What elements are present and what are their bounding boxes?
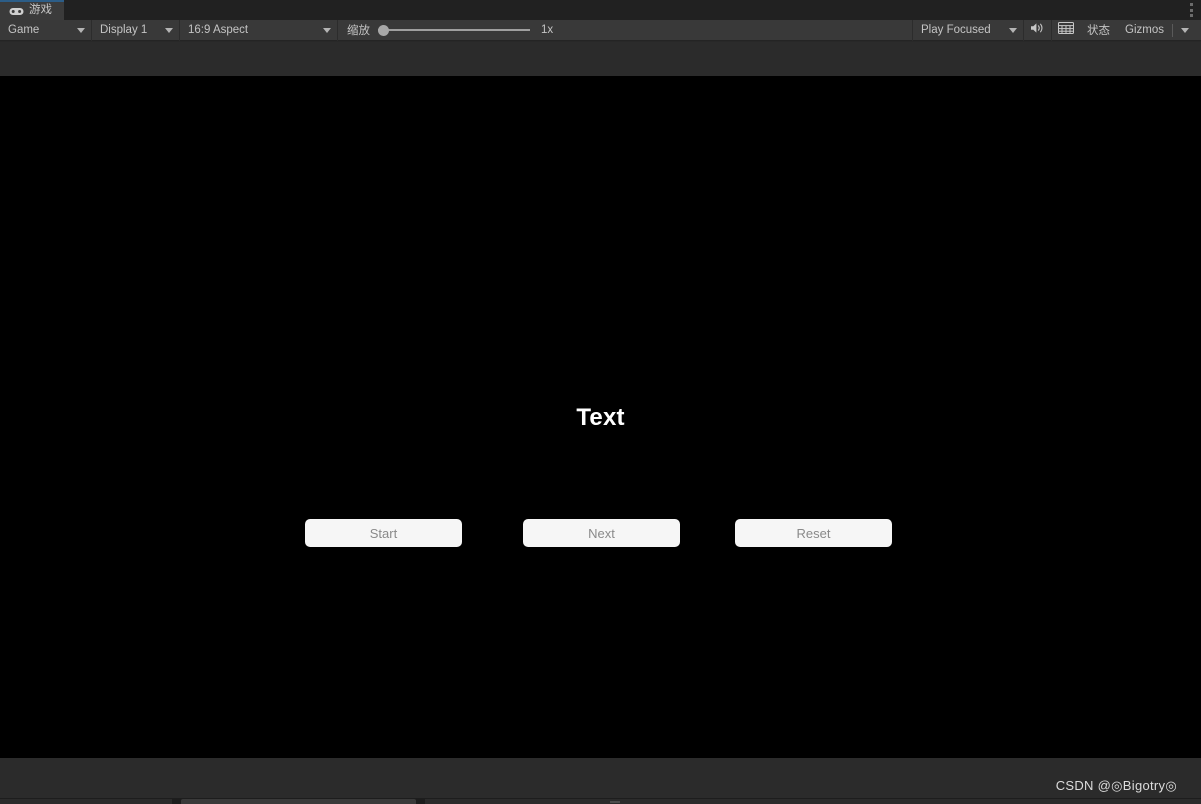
bottom-panel-strip bbox=[0, 798, 1201, 804]
mute-audio-button[interactable] bbox=[1024, 20, 1051, 41]
game-viewport[interactable]: Text Start Next Reset bbox=[0, 76, 1201, 758]
chevron-down-icon bbox=[77, 27, 85, 33]
display-dropdown[interactable]: Display 1 bbox=[92, 20, 179, 41]
game-view-toolbar: Game Display 1 16:9 Aspect 缩放 1x Play Fo… bbox=[0, 19, 1201, 41]
chevron-down-icon bbox=[165, 27, 173, 33]
bottom-panel-right[interactable] bbox=[425, 799, 1201, 804]
unity-game-window: 游戏 Game Display 1 16:9 Aspect 缩放 1x Play… bbox=[0, 0, 1201, 804]
bottom-panel-handle[interactable] bbox=[610, 801, 620, 803]
gizmos-divider bbox=[1172, 23, 1173, 37]
reset-button-label: Reset bbox=[796, 525, 831, 541]
bottom-panel-left[interactable] bbox=[0, 799, 172, 804]
gamepad-icon bbox=[9, 7, 24, 16]
kebab-menu-icon[interactable] bbox=[1189, 3, 1193, 17]
next-button-label: Next bbox=[588, 525, 615, 541]
start-button[interactable]: Start bbox=[305, 519, 462, 547]
view-mode-dropdown[interactable]: Game bbox=[0, 20, 91, 41]
zoom-label: 缩放 bbox=[347, 25, 370, 37]
play-mode-dropdown[interactable]: Play Focused bbox=[913, 20, 1023, 41]
aspect-ratio-dropdown[interactable]: 16:9 Aspect bbox=[180, 20, 337, 41]
stats-button[interactable]: 状态 bbox=[1079, 20, 1118, 41]
zoom-slider-handle[interactable] bbox=[378, 25, 389, 36]
stats-toggle-button[interactable] bbox=[1052, 20, 1079, 41]
tab-game-label: 游戏 bbox=[29, 4, 52, 17]
gizmos-button[interactable]: Gizmos bbox=[1118, 24, 1172, 36]
stats-grid-icon bbox=[1057, 21, 1074, 39]
play-mode-value: Play Focused bbox=[921, 24, 991, 36]
zoom-value: 1x bbox=[541, 24, 554, 36]
bottom-panel-active-tab[interactable] bbox=[181, 799, 416, 804]
zoom-slider-track bbox=[378, 29, 530, 31]
aspect-ratio-value: 16:9 Aspect bbox=[188, 24, 249, 36]
tab-game[interactable]: 游戏 bbox=[0, 0, 64, 20]
game-view-surround: Text Start Next Reset CSDN @◎Bigotry◎ bbox=[0, 42, 1201, 804]
view-mode-value: Game bbox=[8, 24, 40, 36]
zoom-slider[interactable] bbox=[378, 23, 530, 37]
stats-button-label: 状态 bbox=[1087, 25, 1111, 37]
speaker-icon bbox=[1030, 21, 1045, 39]
game-button-row: Start Next Reset bbox=[0, 519, 1201, 549]
game-title-text: Text bbox=[576, 404, 625, 431]
start-button-label: Start bbox=[369, 525, 398, 541]
reset-button[interactable]: Reset bbox=[735, 519, 892, 547]
tab-bar-empty-area bbox=[64, 0, 1201, 20]
tab-bar: 游戏 bbox=[0, 0, 1201, 20]
chevron-down-icon bbox=[1009, 27, 1018, 33]
chevron-down-icon bbox=[323, 27, 331, 33]
chevron-down-icon[interactable] bbox=[1181, 27, 1189, 33]
display-value: Display 1 bbox=[100, 24, 148, 36]
gizmos-control-group: Gizmos bbox=[1118, 20, 1201, 41]
watermark-text: CSDN @◎Bigotry◎ bbox=[1055, 778, 1177, 793]
next-button[interactable]: Next bbox=[523, 519, 680, 547]
zoom-control-group: 缩放 1x bbox=[338, 20, 553, 41]
